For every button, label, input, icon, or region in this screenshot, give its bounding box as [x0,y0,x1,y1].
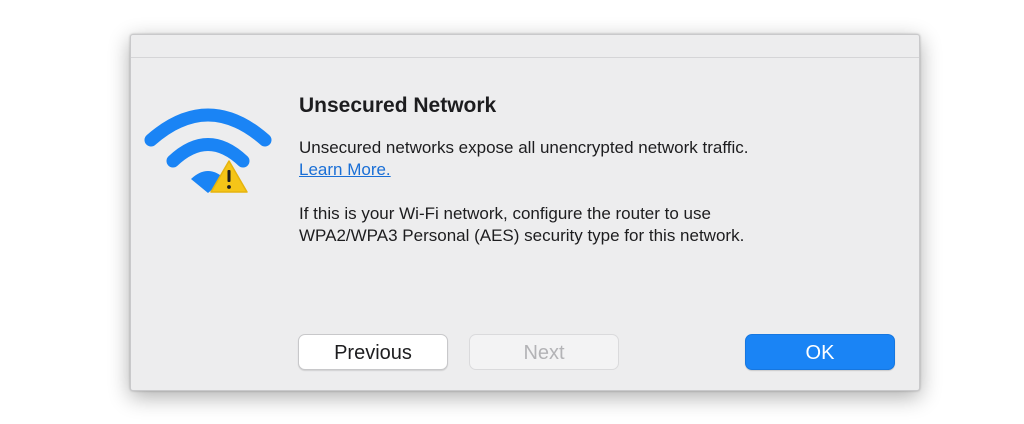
wifi-warning-icon [143,95,273,195]
previous-button[interactable]: Previous [298,334,448,370]
ok-button[interactable]: OK [745,334,895,370]
titlebar-divider [131,57,919,58]
learn-more-link[interactable]: Learn More. [299,159,391,181]
message-line-1: Unsecured networks expose all unencrypte… [299,138,749,157]
unsecured-network-dialog: Unsecured Network Unsecured networks exp… [130,34,920,391]
next-button[interactable]: Next [469,334,619,370]
message-line-2b: WPA2/WPA3 Personal (AES) security type f… [299,226,745,245]
dialog-content: Unsecured Network Unsecured networks exp… [299,93,899,247]
dialog-title: Unsecured Network [299,94,497,117]
message-paragraph-1: Unsecured networks expose all unencrypte… [299,137,899,181]
message-paragraph-2: If this is your Wi-Fi network, configure… [299,203,899,247]
message-line-2a: If this is your Wi-Fi network, configure… [299,204,711,223]
